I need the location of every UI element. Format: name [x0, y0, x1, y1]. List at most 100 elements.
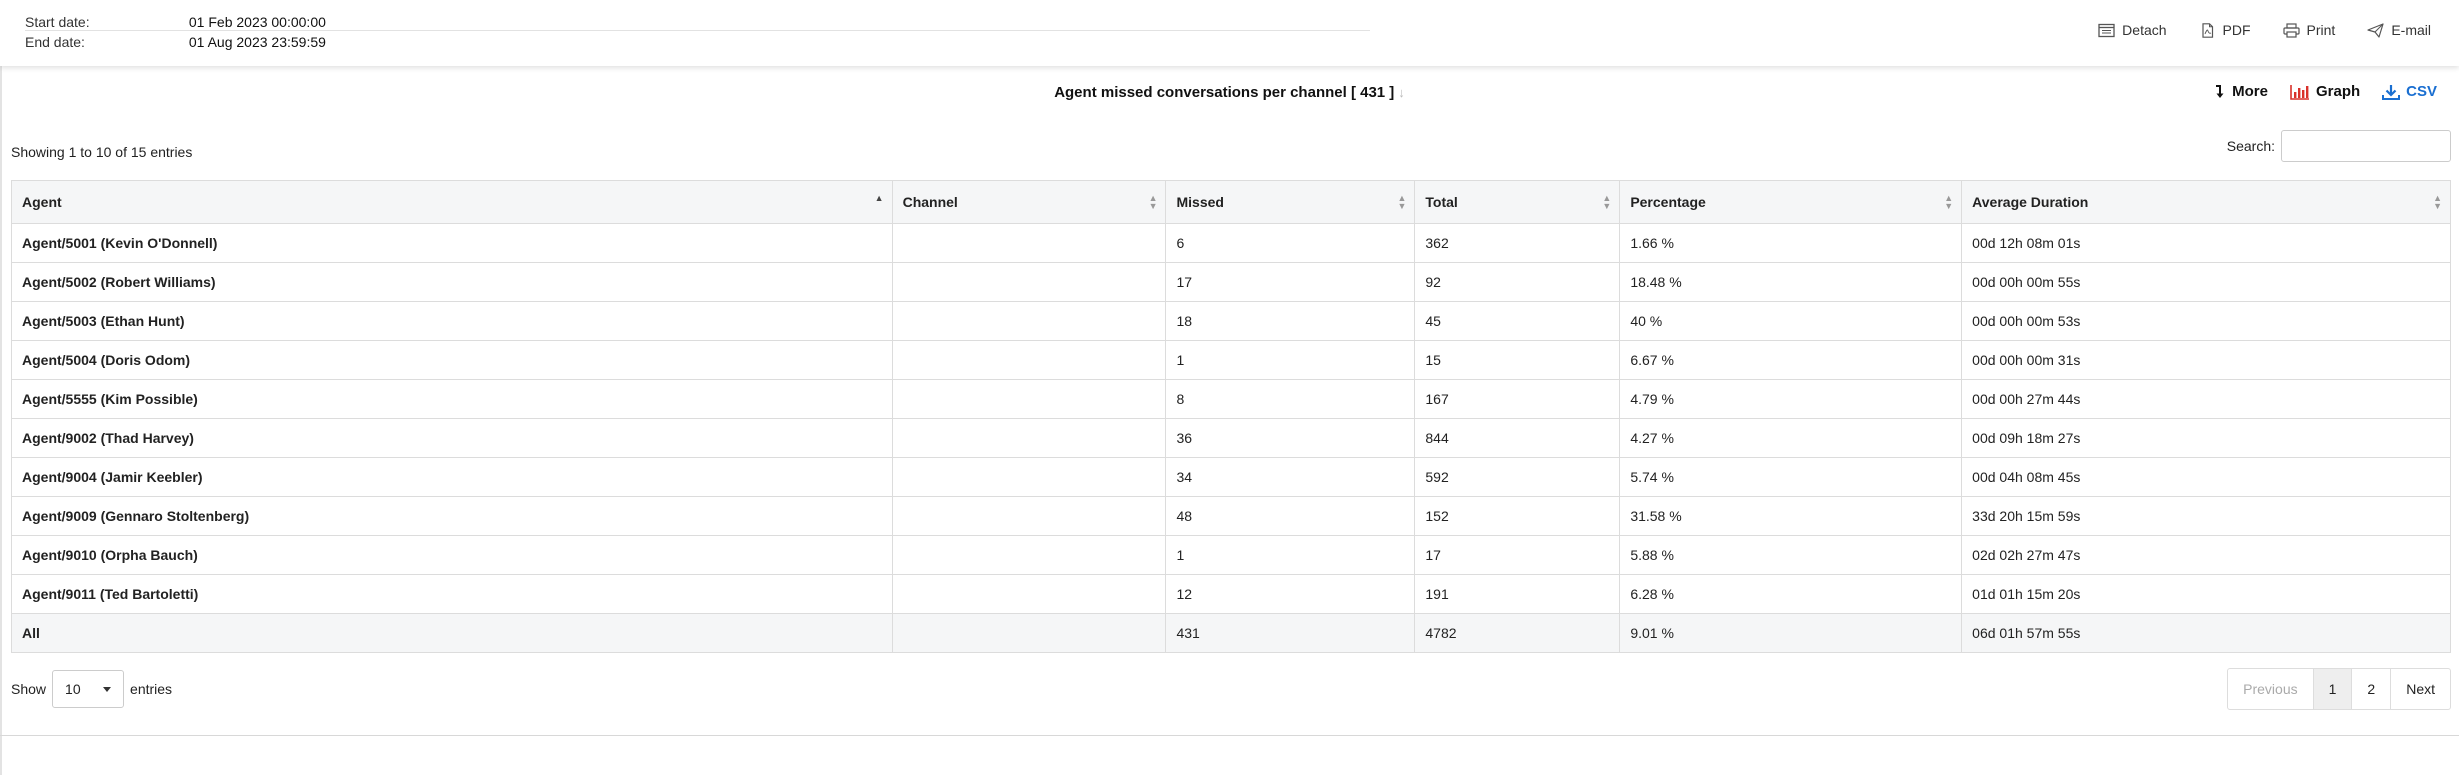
cell-missed: 17: [1165, 262, 1416, 302]
previous-page-button[interactable]: Previous: [2228, 669, 2312, 709]
page-2-button[interactable]: 2: [2351, 669, 2390, 709]
column-header-agent[interactable]: Agent ▲: [11, 180, 893, 224]
cell-channel: [891, 535, 1167, 575]
down-arrow-icon[interactable]: ↓: [1398, 85, 1405, 100]
cell-missed: 36: [1165, 418, 1416, 458]
header-actions: Detach PDF Print E-mail: [2098, 22, 2431, 38]
pdf-icon: [2201, 22, 2213, 38]
cell-percentage: 31.58 %: [1619, 496, 1963, 536]
print-icon: [2282, 22, 2300, 38]
cell-agent: Agent/9011 (Ted Bartoletti): [11, 574, 893, 614]
cell-average-duration: 06d 01h 57m 55s: [1961, 613, 2451, 653]
sort-both-icon: ▲ ▼: [1397, 193, 1407, 211]
cell-agent: Agent/5003 (Ethan Hunt): [11, 301, 893, 341]
cell-total: 152: [1414, 496, 1621, 536]
more-button[interactable]: More: [2214, 83, 2268, 100]
table-row: Agent/9010 (Orpha Bauch) 1 17 5.88 % 02d…: [11, 535, 2451, 575]
page-length-control: Show 10 entries: [11, 670, 172, 708]
caret-down-icon: [103, 686, 112, 692]
cell-missed: 6: [1165, 223, 1416, 263]
report-title: Agent missed conversations per channel […: [0, 84, 2459, 101]
cell-agent: Agent/5004 (Doris Odom): [11, 340, 893, 380]
column-header-channel[interactable]: Channel ▲ ▼: [891, 180, 1167, 224]
cell-agent: Agent/5001 (Kevin O'Donnell): [11, 223, 893, 263]
cell-channel: [891, 379, 1167, 419]
cell-percentage: 4.27 %: [1619, 418, 1963, 458]
more-label: More: [2232, 83, 2268, 100]
cell-missed: 48: [1165, 496, 1416, 536]
search-input[interactable]: [2281, 130, 2451, 162]
download-icon: [2382, 84, 2401, 100]
cell-total: 592: [1414, 457, 1621, 497]
column-header-total[interactable]: Total ▲ ▼: [1414, 180, 1621, 224]
search-label: Search:: [2226, 138, 2275, 154]
cell-missed: 1: [1165, 535, 1416, 575]
table-row: Agent/9009 (Gennaro Stoltenberg) 48 152 …: [11, 496, 2451, 536]
cell-percentage: 1.66 %: [1619, 223, 1963, 263]
cell-agent: Agent/5555 (Kim Possible): [11, 379, 893, 419]
end-date-row: End date: 01 Aug 2023 23:59:59: [25, 34, 326, 50]
detach-button[interactable]: Detach: [2098, 22, 2167, 38]
left-border: [0, 0, 2, 775]
cell-total: 844: [1414, 418, 1621, 458]
detach-label: Detach: [2122, 22, 2167, 38]
pdf-button[interactable]: PDF: [2199, 22, 2251, 38]
table-row: Agent/5003 (Ethan Hunt) 18 45 40 % 00d 0…: [11, 301, 2451, 341]
cell-total: 92: [1414, 262, 1621, 302]
end-date-label: End date:: [25, 34, 85, 50]
table-footer-row: All 431 4782 9.01 % 06d 01h 57m 55s: [11, 613, 2451, 653]
cell-total: 17: [1414, 535, 1621, 575]
table-row: Agent/5002 (Robert Williams) 17 92 18.48…: [11, 262, 2451, 302]
table-row: Agent/9002 (Thad Harvey) 36 844 4.27 % 0…: [11, 418, 2451, 458]
bottom-divider: [0, 735, 2459, 736]
start-date-value: 01 Feb 2023 00:00:00: [188, 14, 326, 30]
cell-average-duration: 01d 01h 15m 20s: [1961, 574, 2451, 614]
next-page-button[interactable]: Next: [2390, 669, 2450, 709]
cell-percentage: 6.28 %: [1619, 574, 1963, 614]
cell-agent: Agent/9002 (Thad Harvey): [11, 418, 893, 458]
graph-label: Graph: [2315, 83, 2361, 100]
paper-plane-icon: [2367, 22, 2384, 38]
cell-average-duration: 00d 04h 08m 45s: [1961, 457, 2451, 497]
cell-agent: Agent/9009 (Gennaro Stoltenberg): [11, 496, 893, 536]
cell-total: 191: [1414, 574, 1621, 614]
table-row: Agent/5555 (Kim Possible) 8 167 4.79 % 0…: [11, 379, 2451, 419]
cell-channel: [891, 457, 1167, 497]
page-length-value: 10: [65, 681, 81, 697]
sort-both-icon: ▲ ▼: [1602, 193, 1612, 211]
email-label: E-mail: [2391, 22, 2431, 38]
cell-channel: [891, 223, 1167, 263]
column-header-percentage[interactable]: Percentage ▲ ▼: [1619, 180, 1963, 224]
report-title-text: Agent missed conversations per channel […: [1054, 84, 1395, 101]
pagination: Previous 1 2 Next: [2227, 668, 2451, 710]
cell-channel: [891, 262, 1167, 302]
cell-channel: [891, 418, 1167, 458]
csv-button[interactable]: CSV: [2382, 83, 2437, 100]
search-box: Search:: [2227, 130, 2451, 162]
column-header-average-duration[interactable]: Average Duration ▲ ▼: [1961, 180, 2451, 224]
show-label: Show: [11, 681, 47, 697]
pdf-label: PDF: [2222, 22, 2251, 38]
cell-average-duration: 00d 09h 18m 27s: [1961, 418, 2451, 458]
cell-channel: [891, 301, 1167, 341]
bar-chart-icon: [2290, 84, 2309, 100]
cell-average-duration: 02d 02h 27m 47s: [1961, 535, 2451, 575]
print-button[interactable]: Print: [2282, 22, 2336, 38]
cell-channel: [891, 340, 1167, 380]
graph-button[interactable]: Graph: [2290, 83, 2360, 100]
print-label: Print: [2306, 22, 2336, 38]
cell-average-duration: 00d 00h 00m 55s: [1961, 262, 2451, 302]
level-down-icon: [2216, 85, 2224, 98]
sort-both-icon: ▲ ▼: [1944, 193, 1954, 211]
column-header-missed[interactable]: Missed ▲ ▼: [1165, 180, 1416, 224]
cell-average-duration: 00d 00h 00m 31s: [1961, 340, 2451, 380]
table-row: Agent/9011 (Ted Bartoletti) 12 191 6.28 …: [11, 574, 2451, 614]
cell-average-duration: 33d 20h 15m 59s: [1961, 496, 2451, 536]
agent-missed-table: Agent ▲ Channel ▲ ▼ Missed ▲ ▼ Total ▲ ▼ Percen…: [11, 180, 2451, 653]
page-length-select[interactable]: 10: [52, 670, 125, 708]
page-1-button[interactable]: 1: [2312, 669, 2352, 709]
cell-agent: All: [11, 613, 893, 653]
cell-average-duration: 00d 12h 08m 01s: [1961, 223, 2451, 263]
email-button[interactable]: E-mail: [2367, 22, 2431, 38]
csv-label: CSV: [2406, 83, 2437, 100]
